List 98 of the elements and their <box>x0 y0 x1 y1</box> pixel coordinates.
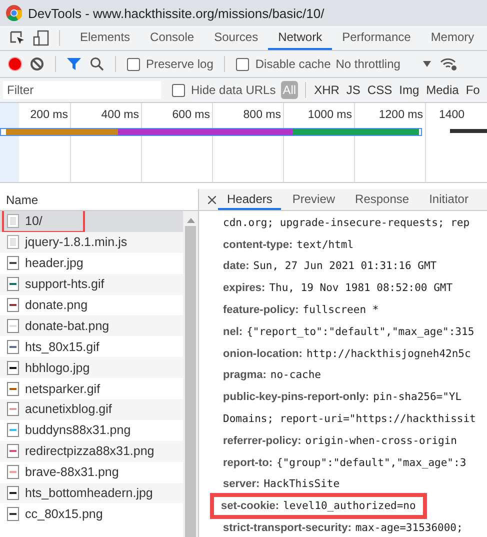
header-value: http://hackthisjogneh42n5c <box>306 348 471 360</box>
image-file-icon <box>7 298 19 312</box>
window-title: DevTools - www.hackthissite.org/missions/basic/10/ <box>28 6 324 20</box>
time-tick-label: 800 ms <box>242 109 282 121</box>
panel-tab[interactable]: Performance <box>332 26 421 50</box>
image-file-icon <box>7 382 19 396</box>
document-icon <box>7 235 19 250</box>
browser-logo-icon <box>6 5 22 21</box>
record-button[interactable] <box>9 58 21 70</box>
header-value: HackThisSite <box>264 478 340 490</box>
time-tick-label: 1200 ms <box>378 109 424 121</box>
image-file-icon <box>7 486 19 500</box>
header-name: report-to: <box>223 456 272 469</box>
time-tick-label: 400 ms <box>100 109 140 121</box>
request-row[interactable]: jquery-1.8.1.min.js <box>0 232 183 253</box>
type-filter-button[interactable]: CSS <box>366 83 394 97</box>
time-tick-label: 600 ms <box>171 109 211 121</box>
header-value: max-age=31536000; <box>355 522 463 534</box>
network-settings-icon[interactable] <box>440 57 458 71</box>
header-name: pragma: <box>223 369 266 382</box>
image-file-icon <box>7 340 19 354</box>
header-value: Domains; report-uri="https://hackthissit <box>223 413 476 426</box>
disable-cache-checkbox[interactable]: Disable cache <box>236 57 331 71</box>
header-name: feature-policy: <box>223 304 299 316</box>
request-row[interactable]: header.jpg <box>0 252 183 274</box>
request-row[interactable]: support-hts.gif <box>0 274 183 295</box>
header-value: Thu, 19 Nov 1981 08:52:00 GMT <box>269 282 453 294</box>
header-name: expires: <box>223 282 266 294</box>
image-file-icon <box>7 277 19 292</box>
panel-tab[interactable]: Memory <box>420 26 484 50</box>
panel-tab[interactable]: Elements <box>70 26 140 50</box>
request-row[interactable]: netsparker.gif <box>0 378 183 400</box>
header-value: {"group":"default","max_age":3 <box>276 456 466 469</box>
inspect-icon[interactable] <box>9 30 25 46</box>
request-row[interactable]: cc_80x15.png <box>0 503 183 524</box>
header-name: public-key-pins-report-only: <box>223 391 370 404</box>
header-name: nel: <box>223 326 243 338</box>
header-value: Sun, 27 Jun 2021 01:31:16 GMT <box>253 260 437 272</box>
image-file-icon <box>7 256 19 270</box>
header-value: pin-sha256="YL <box>373 391 462 404</box>
request-row[interactable]: hts_80x15.gif <box>0 336 183 358</box>
throttling-dropdown[interactable]: No throttling <box>336 57 400 71</box>
device-icon[interactable] <box>33 30 49 46</box>
request-row[interactable]: hbhlogo.jpg <box>0 357 183 378</box>
image-file-icon <box>7 318 19 333</box>
header-value: text/html <box>296 238 354 251</box>
filter-icon[interactable] <box>67 58 81 70</box>
type-filter-button[interactable]: JS <box>345 83 362 97</box>
panel-tab[interactable]: Sources <box>204 26 268 50</box>
dropdown-arrow-icon <box>423 61 432 67</box>
close-icon[interactable] <box>208 196 216 204</box>
image-file-icon <box>7 423 19 438</box>
time-tick-label: 200 ms <box>29 109 69 121</box>
header-value: no-cache <box>270 369 321 382</box>
request-row[interactable]: buddyns88x31.png <box>0 420 183 441</box>
document-icon <box>7 214 19 228</box>
request-row[interactable]: hts_bottomheadern.jpg <box>0 482 183 504</box>
filter-field[interactable]: Filter <box>3 81 161 99</box>
image-file-icon <box>7 444 19 458</box>
type-filter-button[interactable]: Fo <box>464 83 481 97</box>
request-row[interactable]: donate-bat.png <box>0 315 183 336</box>
header-name: set-cookie: <box>221 500 280 512</box>
header-name: content-type: <box>223 238 293 251</box>
time-tick-label: 1000 ms <box>306 109 353 121</box>
panel-tab[interactable]: Console <box>140 26 204 50</box>
hide-data-urls-checkbox[interactable]: Hide data URLs <box>172 83 276 97</box>
time-tick-label: 1400 <box>439 109 466 121</box>
header-value: fullscreen * <box>302 304 379 316</box>
header-value: cdn.org; upgrade-insecure-requests; rep <box>223 216 470 229</box>
header-name: strict-transport-security: <box>223 522 352 534</box>
search-icon[interactable] <box>90 57 104 71</box>
header-name: referrer-policy: <box>223 434 302 447</box>
preserve-log-checkbox[interactable]: Preserve log <box>127 57 214 71</box>
header-value: {"report_to":"default","max_age":315 <box>246 326 474 338</box>
image-file-icon <box>7 402 19 416</box>
request-row[interactable]: acunetixblog.gif <box>0 399 183 420</box>
request-row[interactable]: brave-88x31.png <box>0 462 183 483</box>
scrollbar[interactable] <box>183 211 198 537</box>
header-value: level10_authorized=no <box>283 500 416 512</box>
detail-tab[interactable]: Preview <box>283 189 344 210</box>
request-row[interactable]: 10/ <box>0 211 183 232</box>
detail-tab[interactable]: Response <box>346 189 418 210</box>
header-name: onion-location: <box>223 348 302 360</box>
image-file-icon <box>7 506 19 521</box>
header-name: date: <box>223 260 250 272</box>
request-bar <box>450 129 487 133</box>
type-filter-button[interactable]: Img <box>398 83 420 97</box>
header-name: server: <box>223 478 260 490</box>
clear-icon[interactable] <box>30 57 44 71</box>
type-filter-button[interactable]: XHR <box>313 83 340 97</box>
detail-tab[interactable]: Initiator <box>420 189 478 210</box>
image-file-icon <box>7 465 19 480</box>
detail-tab[interactable]: Headers <box>218 189 282 210</box>
request-row[interactable]: redirectpizza88x31.png <box>0 440 183 462</box>
type-filter-button[interactable]: Media <box>425 83 460 97</box>
image-file-icon <box>7 360 19 375</box>
header-value: origin-when-cross-origin <box>305 434 457 447</box>
request-row[interactable]: donate.png <box>0 294 183 316</box>
